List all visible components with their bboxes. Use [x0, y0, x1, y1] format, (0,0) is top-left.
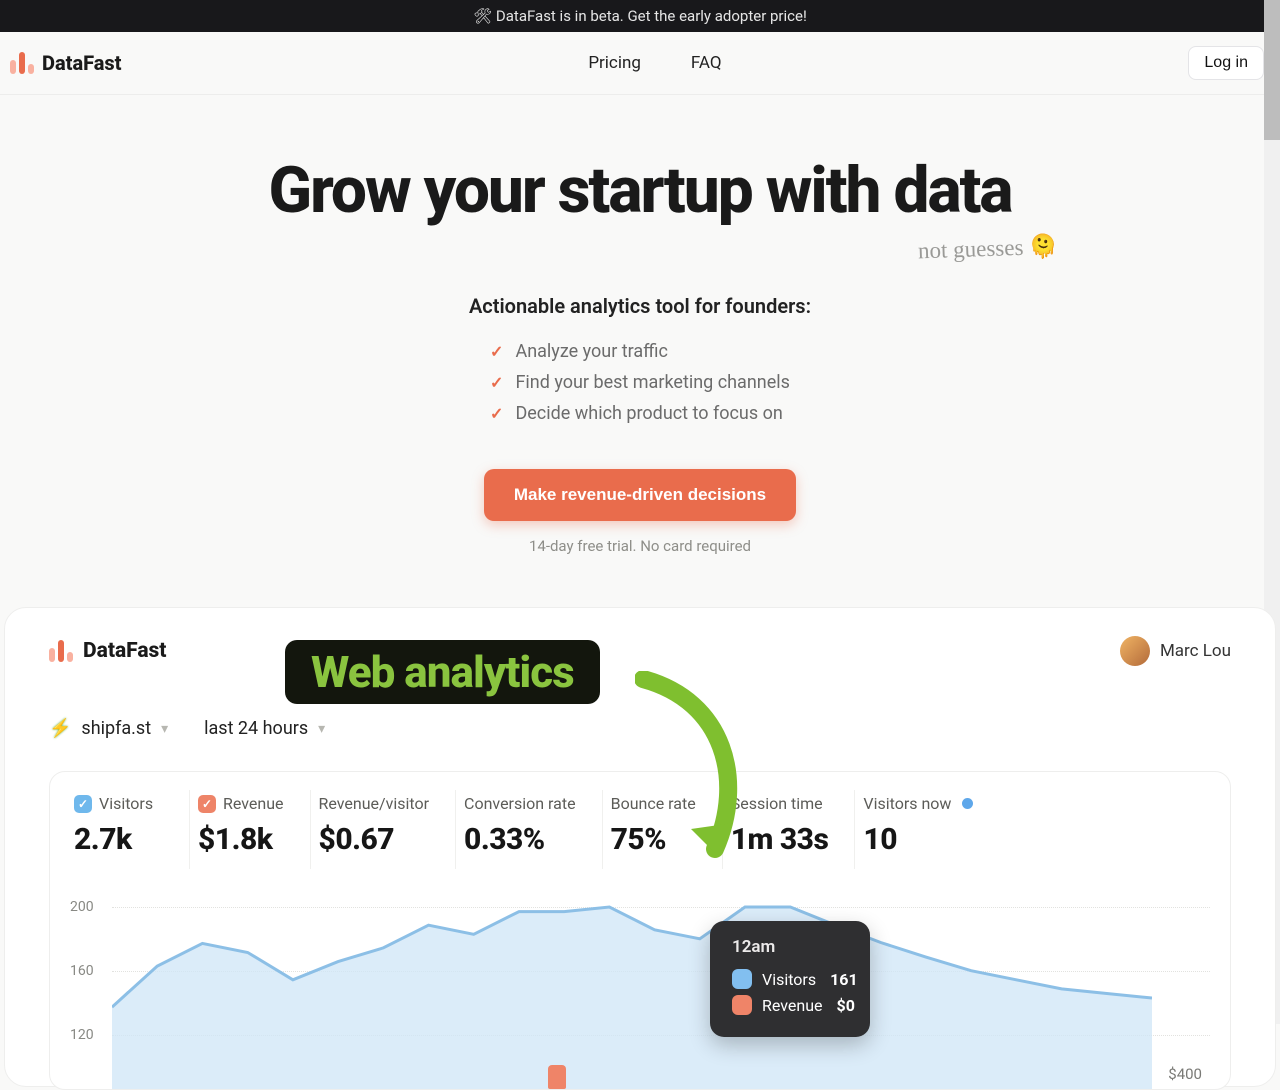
stat-conversion[interactable]: Conversion rate 0.33%: [456, 790, 603, 869]
tooltip-revenue-value: $0: [837, 996, 855, 1015]
live-dot-icon: [962, 798, 973, 809]
y-tick: 160: [70, 963, 94, 979]
stat-label: Bounce rate: [611, 794, 696, 813]
chart-tooltip: 12am Visitors 161 Revenue $0: [710, 921, 870, 1037]
stat-revenue[interactable]: ✓ Revenue $1.8k: [190, 790, 311, 869]
top-nav: DataFast Pricing FAQ Log in: [0, 32, 1280, 95]
chevron-down-icon: ▾: [161, 721, 168, 737]
feature-text: Find your best marketing channels: [515, 372, 789, 393]
stat-value: 0.33%: [464, 822, 576, 857]
chevron-down-icon: ▾: [318, 721, 325, 737]
stat-label: Conversion rate: [464, 794, 576, 813]
cta-subtext: 14-day free trial. No card required: [0, 537, 1280, 555]
demo-selectors: ⚡ shipfa.st ▾ last 24 hours ▾: [49, 718, 1231, 739]
demo-user-name: Marc Lou: [1160, 641, 1231, 661]
nav-faq[interactable]: FAQ: [691, 53, 722, 73]
square-icon: [732, 995, 752, 1015]
beta-banner-text: 🛠 DataFast is in beta. Get the early ado…: [473, 7, 807, 25]
range-selector[interactable]: last 24 hours ▾: [204, 718, 325, 739]
stat-visitors[interactable]: ✓ Visitors 2.7k: [70, 790, 190, 869]
analytics-demo: DataFast Marc Lou Web analytics ⚡ shipfa…: [4, 607, 1276, 1087]
hero-cursive: not guesses 🫠: [917, 233, 1058, 265]
stat-bounce[interactable]: Bounce rate 75%: [603, 790, 723, 869]
tooltip-revenue-label: Revenue: [762, 996, 823, 1015]
nav-pricing[interactable]: Pricing: [588, 53, 641, 73]
stat-visitors-now[interactable]: Visitors now 10: [855, 790, 999, 869]
y-tick: 200: [70, 899, 94, 915]
stat-value: $0.67: [319, 822, 430, 857]
y-tick: 120: [70, 1027, 94, 1043]
feature-list: ✓ Analyze your traffic ✓ Find your best …: [490, 336, 790, 429]
stat-session[interactable]: Session time 1m 33s: [723, 790, 856, 869]
checkbox-icon[interactable]: ✓: [198, 795, 216, 813]
beta-banner[interactable]: 🛠 DataFast is in beta. Get the early ado…: [0, 0, 1280, 32]
tooltip-visitors-value: 161: [830, 970, 858, 989]
check-icon: ✓: [490, 342, 503, 361]
hero: Grow your startup with data not guesses …: [0, 95, 1280, 555]
demo-brand-name: DataFast: [83, 639, 166, 663]
stat-label: Session time: [731, 794, 823, 813]
cta-button[interactable]: Make revenue-driven decisions: [484, 469, 796, 521]
nav-links: Pricing FAQ: [588, 53, 721, 73]
brand-name: DataFast: [42, 51, 122, 75]
feature-text: Decide which product to focus on: [515, 403, 782, 424]
logo-icon: [49, 640, 73, 662]
site-selector[interactable]: ⚡ shipfa.st ▾: [49, 718, 168, 739]
brand[interactable]: DataFast: [4, 51, 122, 75]
logo-icon: [4, 52, 34, 74]
stats-card: ✓ Visitors 2.7k ✓ Revenue $1.8k Revenue/…: [49, 771, 1231, 1090]
revenue-bar: [548, 1065, 566, 1089]
hero-title: Grow your startup with data: [268, 157, 1011, 224]
stat-value: 10: [863, 822, 973, 857]
right-axis-label: $400: [1168, 1065, 1202, 1083]
stat-value: 1m 33s: [731, 822, 829, 857]
stat-value: $1.8k: [198, 822, 284, 857]
avatar: [1120, 636, 1150, 666]
web-analytics-badge: Web analytics: [285, 640, 600, 704]
feature-item: ✓ Decide which product to focus on: [490, 398, 790, 429]
stat-label: Revenue: [223, 794, 284, 813]
stat-value: 75%: [611, 822, 696, 857]
demo-user[interactable]: Marc Lou: [1120, 636, 1231, 666]
check-icon: ✓: [490, 404, 503, 423]
hero-subtitle: Actionable analytics tool for founders:: [0, 294, 1280, 318]
demo-brand: DataFast: [49, 639, 166, 663]
check-icon: ✓: [490, 373, 503, 392]
site-selector-label: shipfa.st: [81, 718, 151, 739]
scrollbar-thumb[interactable]: [1264, 0, 1280, 140]
bolt-icon: ⚡: [49, 718, 71, 739]
checkbox-icon[interactable]: ✓: [74, 795, 92, 813]
visitors-chart: [112, 879, 1152, 1089]
demo-header: DataFast Marc Lou: [49, 636, 1231, 666]
stat-label: Visitors now: [863, 794, 951, 813]
stats-row: ✓ Visitors 2.7k ✓ Revenue $1.8k Revenue/…: [70, 790, 1210, 869]
stat-rev-per-visitor[interactable]: Revenue/visitor $0.67: [311, 790, 457, 869]
square-icon: [732, 969, 752, 989]
feature-text: Analyze your traffic: [515, 341, 668, 362]
range-selector-label: last 24 hours: [204, 718, 308, 739]
tooltip-time: 12am: [732, 937, 848, 957]
stat-label: Revenue/visitor: [319, 794, 430, 813]
stat-value: 2.7k: [74, 822, 163, 857]
feature-item: ✓ Find your best marketing channels: [490, 367, 790, 398]
feature-item: ✓ Analyze your traffic: [490, 336, 790, 367]
tooltip-visitors-label: Visitors: [762, 970, 816, 989]
chart-area: 200 160 120 12am Visitors 161: [70, 879, 1210, 1089]
login-button[interactable]: Log in: [1188, 46, 1264, 80]
stat-label: Visitors: [99, 794, 153, 813]
